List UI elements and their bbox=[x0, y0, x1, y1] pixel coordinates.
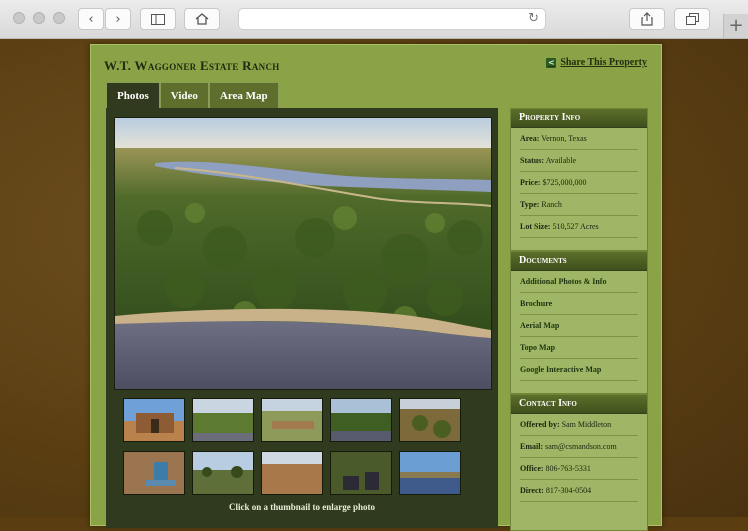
share-property-link[interactable]: < Share This Property bbox=[546, 57, 647, 68]
doc-link-aerial-map[interactable]: Aerial Map bbox=[520, 315, 638, 337]
address-bar[interactable]: ↻ bbox=[238, 8, 546, 30]
reload-icon[interactable]: ↻ bbox=[528, 11, 539, 26]
info-row-status: Status: Available bbox=[520, 150, 638, 172]
tabs-icon bbox=[685, 13, 699, 25]
doc-link-brochure[interactable]: Brochure bbox=[520, 293, 638, 315]
plus-icon: + bbox=[728, 15, 744, 36]
documents-section: Documents Additional Photos & Info Broch… bbox=[510, 251, 648, 394]
back-button[interactable]: ‹ bbox=[78, 8, 104, 30]
gallery-caption: Click on a thumbnail to enlarge photo bbox=[228, 502, 376, 512]
sidebar-button[interactable] bbox=[140, 8, 176, 30]
minimize-window-button[interactable] bbox=[33, 12, 45, 24]
thumbnail-2[interactable] bbox=[192, 398, 254, 442]
share-icon bbox=[641, 12, 653, 26]
property-sidebar: Property Info Area: Vernon, Texas Status… bbox=[510, 108, 648, 531]
info-row-area: Area: Vernon, Texas bbox=[520, 128, 638, 150]
page-title: W.T. Waggoner Estate Ranch bbox=[104, 58, 280, 73]
home-button[interactable] bbox=[184, 8, 220, 30]
contact-row-email[interactable]: Email: sam@csmandson.com bbox=[520, 436, 638, 458]
show-tabs-button[interactable] bbox=[674, 8, 710, 30]
doc-link-additional-photos[interactable]: Additional Photos & Info bbox=[520, 271, 638, 293]
thumbnail-8[interactable] bbox=[261, 451, 323, 495]
home-icon bbox=[195, 13, 209, 25]
property-info-heading: Property Info bbox=[511, 109, 647, 128]
contact-row-direct: Direct: 817-304-0504 bbox=[520, 480, 638, 502]
forward-button[interactable]: › bbox=[105, 8, 131, 30]
info-row-lot-size: Lot Size: 510,527 Acres bbox=[520, 216, 638, 238]
browser-toolbar: ‹ › ↻ + bbox=[0, 0, 748, 39]
page-background: W.T. Waggoner Estate Ranch < Share This … bbox=[0, 39, 748, 531]
thumbnail-7[interactable] bbox=[192, 451, 254, 495]
property-info-section: Property Info Area: Vernon, Texas Status… bbox=[510, 108, 648, 251]
property-panel: W.T. Waggoner Estate Ranch < Share This … bbox=[90, 44, 662, 531]
thumbnail-10[interactable] bbox=[399, 451, 461, 495]
thumbnail-5[interactable] bbox=[399, 398, 461, 442]
thumbnail-9[interactable] bbox=[330, 451, 392, 495]
main-photo[interactable] bbox=[114, 117, 492, 390]
sidebar-icon bbox=[151, 13, 165, 25]
info-row-price: Price: $725,000,000 bbox=[520, 172, 638, 194]
media-tabs: Photos Video Area Map bbox=[106, 82, 279, 108]
thumbnail-4[interactable] bbox=[330, 398, 392, 442]
share-button[interactable] bbox=[629, 8, 665, 30]
thumbnail-1[interactable] bbox=[123, 398, 185, 442]
contact-row-office: Office: 806-763-5331 bbox=[520, 458, 638, 480]
chevron-right-icon: › bbox=[115, 11, 121, 27]
close-window-button[interactable] bbox=[13, 12, 25, 24]
photo-gallery: Click on a thumbnail to enlarge photo bbox=[106, 108, 498, 528]
tab-area-map[interactable]: Area Map bbox=[208, 82, 279, 108]
contact-heading: Contact Info bbox=[511, 395, 647, 414]
contact-row-offered-by: Offered by: Sam Middleton bbox=[520, 414, 638, 436]
documents-heading: Documents bbox=[511, 252, 647, 271]
chevron-left-icon: ‹ bbox=[88, 11, 94, 27]
thumbnail-3[interactable] bbox=[261, 398, 323, 442]
tab-photos[interactable]: Photos bbox=[106, 82, 160, 108]
tab-video[interactable]: Video bbox=[159, 82, 209, 108]
doc-link-topo-map[interactable]: Topo Map bbox=[520, 337, 638, 359]
thumbnail-6[interactable] bbox=[123, 451, 185, 495]
share-icon: < bbox=[546, 57, 557, 68]
info-row-type: Type: Ranch bbox=[520, 194, 638, 216]
new-tab-button[interactable]: + bbox=[723, 14, 748, 38]
zoom-window-button[interactable] bbox=[53, 12, 65, 24]
doc-link-google-map[interactable]: Google Interactive Map bbox=[520, 359, 638, 381]
contact-section: Contact Info Offered by: Sam Middleton E… bbox=[510, 394, 648, 531]
share-property-label: Share This Property bbox=[560, 57, 647, 68]
